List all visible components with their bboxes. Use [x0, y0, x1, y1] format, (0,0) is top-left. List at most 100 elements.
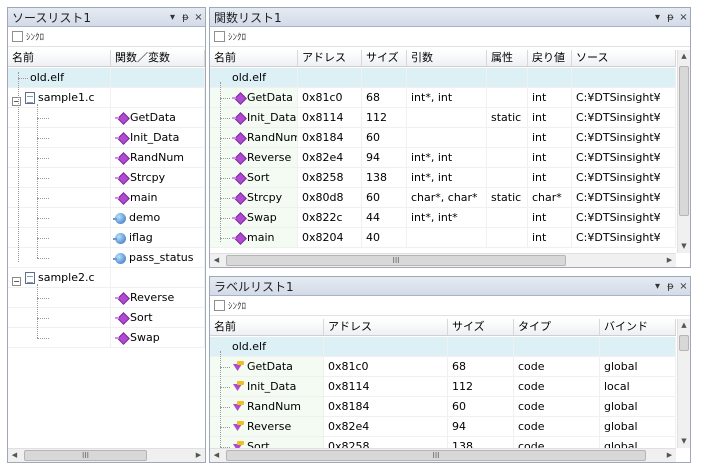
scroll-right-arrow[interactable]: ▶	[663, 449, 676, 462]
sync-checkbox[interactable]	[12, 31, 23, 42]
table-row[interactable]: Swap 0x822c 44 int*, int* int C:¥DTSinsight¥	[210, 208, 676, 228]
tree-name-cell	[8, 108, 111, 128]
table-cell: 112	[362, 108, 407, 128]
scroll-thumb[interactable]: III	[226, 255, 566, 266]
scroll-left-arrow[interactable]: ◀	[210, 449, 223, 462]
scroll-down-arrow[interactable]: ▼	[678, 435, 690, 448]
scroll-right-arrow[interactable]: ▶	[192, 449, 205, 462]
table-cell	[572, 68, 676, 88]
scroll-thumb[interactable]: III	[226, 450, 646, 461]
symbol-name: GetData	[247, 91, 293, 104]
pin-icon[interactable]: ᵽ	[664, 281, 677, 292]
col-header[interactable]: アドレス	[324, 319, 448, 335]
tree-root-row[interactable]: old.elf	[8, 68, 205, 88]
scroll-down-arrow[interactable]: ▼	[678, 240, 690, 253]
col-header[interactable]: アドレス	[298, 50, 362, 66]
table-row[interactable]: Reverse 0x82e4 94 int*, int int C:¥DTSinsight…	[210, 148, 676, 168]
table-cell	[298, 68, 362, 88]
pin-icon[interactable]: ᵽ	[179, 12, 192, 23]
table-cell: 60	[448, 397, 514, 417]
col-header-name[interactable]: 名前	[8, 50, 111, 66]
col-header[interactable]: サイズ	[362, 50, 407, 66]
table-row[interactable]: Sort 0x8258 138 int*, int int C:¥DTSinsight¥	[210, 168, 676, 188]
scroll-left-arrow[interactable]: ◀	[8, 449, 21, 462]
file-name: sample2.c	[38, 271, 95, 284]
function-icon	[232, 192, 244, 204]
col-header[interactable]: 名前	[210, 319, 324, 335]
table-row[interactable]: GetData 0x81c0 68 int*, int int C:¥DTSinsight…	[210, 88, 676, 108]
close-icon[interactable]: ×	[677, 281, 690, 292]
cell-value: C:¥DTSinsight¥	[576, 151, 661, 164]
source-sync-option[interactable]: ｼﾝｸﾛ	[8, 27, 205, 47]
dropdown-icon[interactable]: ▾	[166, 12, 179, 23]
collapse-icon[interactable]: −	[12, 97, 21, 106]
table-row[interactable]: GetData 0x81c0 68 code global	[210, 357, 676, 377]
close-icon[interactable]: ×	[677, 12, 690, 23]
table-cell	[487, 128, 528, 148]
scroll-right-arrow[interactable]: ▶	[663, 254, 676, 267]
table-row[interactable]: Reverse 0x82e4 94 code global	[210, 417, 676, 437]
sync-checkbox[interactable]	[214, 300, 225, 311]
col-header[interactable]: サイズ	[448, 319, 514, 335]
tree-connector	[220, 138, 230, 139]
symbol-entry: main	[115, 188, 157, 207]
col-header-func[interactable]: 関数／変数	[111, 50, 205, 66]
dropdown-icon[interactable]: ▾	[651, 12, 664, 23]
col-header[interactable]: 戻り値	[528, 50, 572, 66]
table-row[interactable]: RandNum 0x8184 60 code global	[210, 397, 676, 417]
label-hscrollbar[interactable]: ◀ III ▶	[210, 448, 676, 462]
col-header[interactable]: バインド	[600, 319, 676, 335]
collapse-icon[interactable]: −	[12, 277, 21, 286]
function-vscrollbar[interactable]: ▲ ▼	[677, 50, 690, 253]
cell-value: 94	[452, 420, 466, 433]
scroll-up-arrow[interactable]: ▲	[678, 50, 690, 63]
scroll-left-arrow[interactable]: ◀	[210, 254, 223, 267]
tree-connector	[220, 98, 230, 99]
symbol-name: Strcpy	[130, 171, 166, 184]
col-header[interactable]: 引数	[407, 50, 487, 66]
scroll-thumb[interactable]: III	[24, 450, 147, 461]
scroll-thumb[interactable]	[679, 335, 689, 351]
table-cell: char*, char*	[407, 188, 487, 208]
table-root-row[interactable]: old.elf	[210, 337, 676, 357]
pin-icon[interactable]: ᵽ	[664, 12, 677, 23]
table-row[interactable]: Init_Data 0x8114 112 static int C:¥DTSinsight…	[210, 108, 676, 128]
cell-value: 40	[366, 231, 380, 244]
cell-value: code	[518, 400, 545, 413]
table-row[interactable]: main 0x8204 40 int C:¥DTSinsight¥	[210, 228, 676, 248]
tree-connector	[18, 72, 19, 262]
table-row[interactable]: Strcpy 0x80d8 60 char*, char* static char* C:¥…	[210, 188, 676, 208]
variable-icon	[113, 252, 126, 264]
tree-connector	[220, 367, 230, 368]
close-icon[interactable]: ×	[192, 12, 205, 23]
function-sync-option[interactable]: ｼﾝｸﾛ	[210, 27, 690, 47]
dropdown-icon[interactable]: ▾	[651, 281, 664, 292]
table-row[interactable]: RandNum 0x8184 60 int C:¥DTSinsight¥	[210, 128, 676, 148]
col-header[interactable]: 属性	[487, 50, 528, 66]
cell-value: 0x822c	[302, 211, 343, 224]
sync-checkbox[interactable]	[214, 31, 225, 42]
col-header[interactable]: ソース	[572, 50, 676, 66]
table-cell: char*	[528, 188, 572, 208]
scroll-thumb[interactable]	[679, 66, 689, 216]
table-cell: global	[600, 397, 676, 417]
source-hscrollbar[interactable]: ◀ III ▶	[8, 448, 205, 462]
symbol-name: Sort	[130, 311, 153, 324]
col-header[interactable]: タイプ	[514, 319, 600, 335]
label-sync-option[interactable]: ｼﾝｸﾛ	[210, 296, 690, 316]
cell-value: char*, char*	[411, 191, 478, 204]
cell-value: global	[604, 420, 638, 433]
table-root-row[interactable]: old.elf	[210, 68, 676, 88]
table-cell	[487, 168, 528, 188]
label-vscrollbar[interactable]: ▲ ▼	[677, 319, 690, 448]
table-cell	[407, 128, 487, 148]
cell-value: C:¥DTSinsight¥	[576, 211, 661, 224]
cell-value: int	[532, 91, 547, 104]
table-row[interactable]: Init_Data 0x8114 112 code local	[210, 377, 676, 397]
function-hscrollbar[interactable]: ◀ III ▶	[210, 253, 676, 267]
cell-value: code	[518, 420, 545, 433]
scroll-up-arrow[interactable]: ▲	[678, 319, 690, 332]
function-icon	[115, 172, 127, 184]
cell-value: 0x81c0	[328, 360, 369, 373]
col-header[interactable]: 名前	[210, 50, 298, 66]
